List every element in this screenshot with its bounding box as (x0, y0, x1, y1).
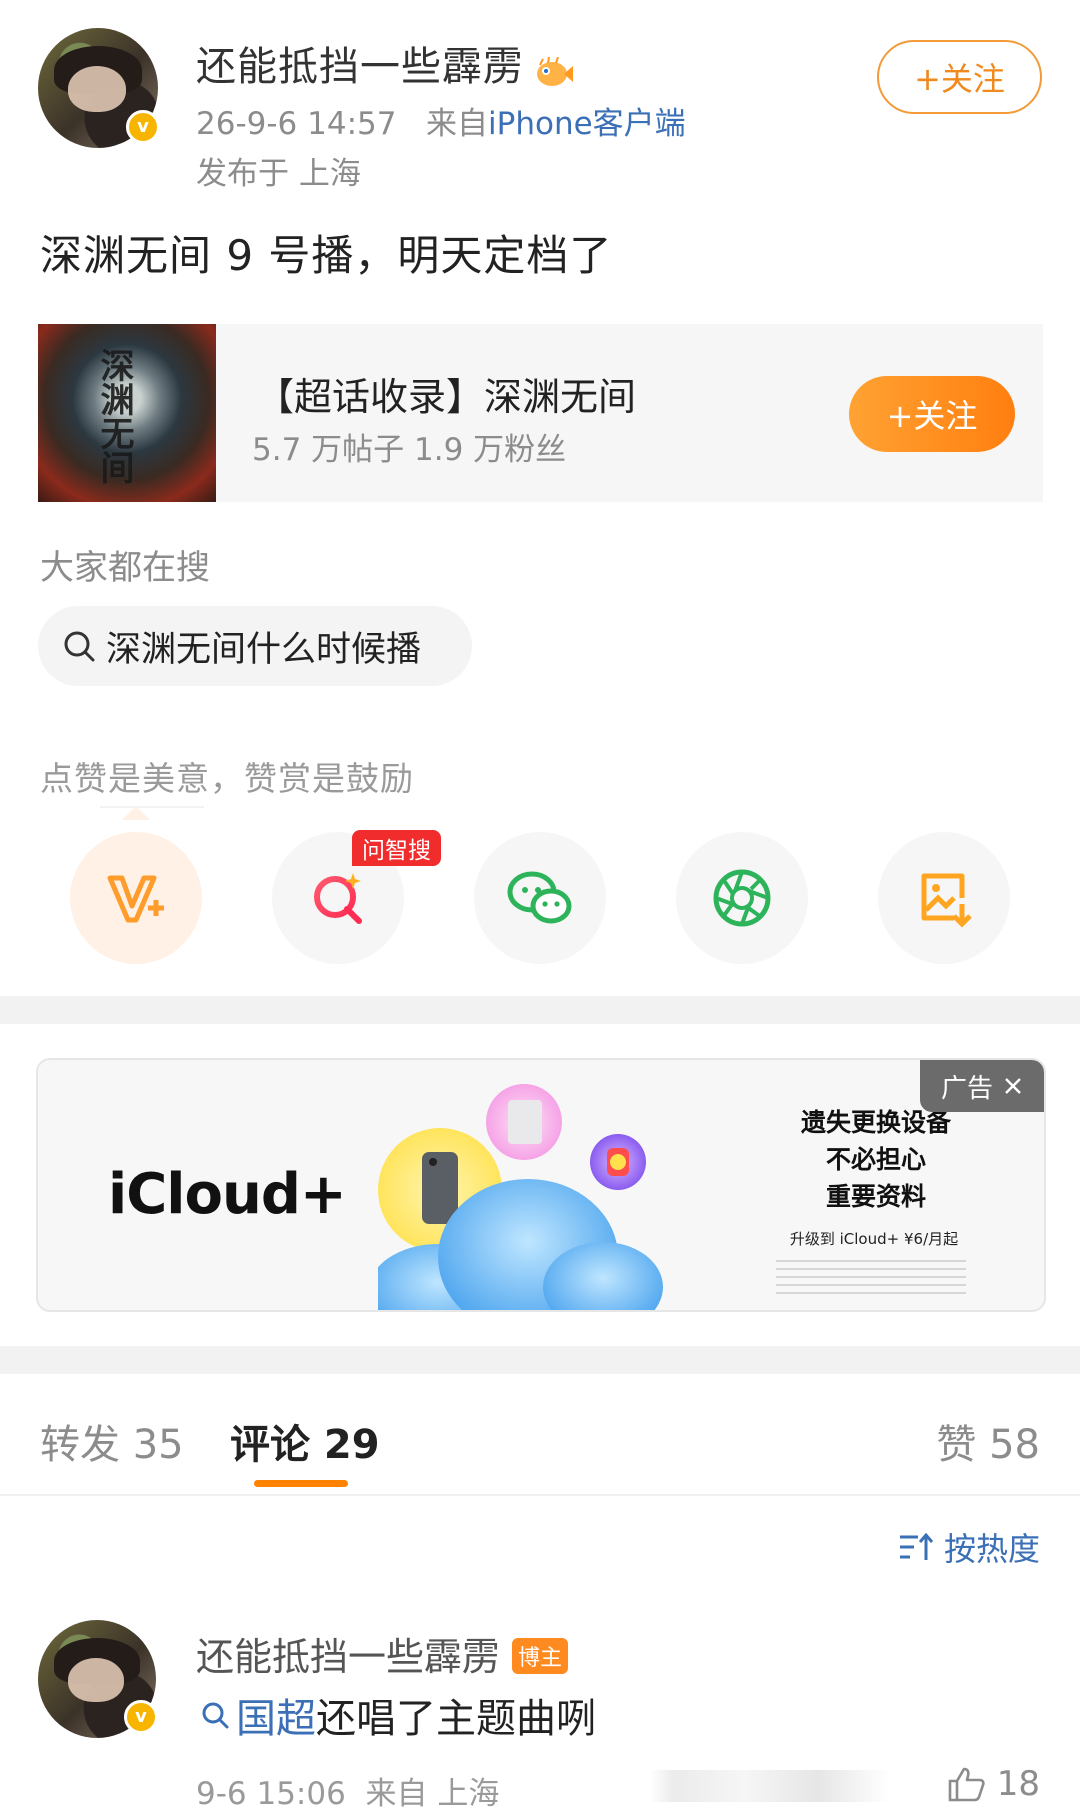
author-name[interactable]: 还能抵挡一些霹雳 (196, 34, 574, 92)
blurred-area (650, 1770, 890, 1802)
section-gap (0, 996, 1080, 1024)
search-icon (64, 631, 95, 662)
close-icon (1005, 1078, 1021, 1094)
comment-text: 国超 还唱了主题曲咧 (200, 1686, 596, 1744)
reward-divider (100, 806, 204, 808)
post-location: 发布于 上海 (196, 156, 361, 192)
ad-label: 广告 (940, 1073, 993, 1104)
topic-cover-title: 深渊无间 (94, 348, 134, 484)
active-tab-indicator (254, 1480, 348, 1487)
reward-v-plus-icon (107, 875, 164, 923)
ad-copy-line3: 重要资料 (825, 1182, 926, 1211)
wechat-share-button[interactable] (474, 832, 606, 964)
ad-fine-print (776, 1260, 966, 1300)
topic-title: 【超话收录】深渊无间 (256, 375, 637, 419)
thumbs-up-icon (948, 1767, 985, 1802)
ad-illustration (378, 1084, 663, 1310)
reward-button[interactable] (70, 832, 202, 964)
comment-time: 9-6 15:06 (196, 1776, 346, 1812)
op-badge: 博主 (512, 1637, 569, 1674)
source-prefix: 来自 (426, 106, 489, 142)
reward-heading: 点赞是美意，赞赏是鼓励 (40, 759, 414, 798)
search-icon (202, 1702, 229, 1729)
comment-location: 来自 上海 (365, 1776, 500, 1812)
comment-body: 还唱了主题曲咧 (316, 1696, 596, 1742)
tabs-divider (0, 1494, 1080, 1496)
topic-stats: 5.7 万帖子 1.9 万粉丝 (252, 432, 567, 468)
icloud-ad-banner[interactable]: iCloud+ 遗失更换设备 不必担心 重要资料 升级到 iCloud+ ¥6/… (36, 1058, 1046, 1312)
trending-search-heading: 大家都在搜 (40, 548, 210, 588)
tab-likes[interactable]: 赞 58 (936, 1412, 1040, 1470)
verified-icon: v (126, 110, 160, 144)
comment-like-count: 18 (996, 1764, 1040, 1804)
super-topic-card[interactable]: 深渊无间 【超话收录】深渊无间 5.7 万帖子 1.9 万粉丝 +关注 (38, 324, 1043, 502)
ad-price-text: 升级到 iCloud+ ¥6/月起 (789, 1230, 959, 1248)
ad-copy: 遗失更换设备 不必担心 重要资料 (776, 1104, 976, 1215)
trending-search-text: 深渊无间什么时候播 (106, 629, 422, 670)
comment-like-button[interactable]: 18 (947, 1764, 1040, 1804)
moments-share-button[interactable] (676, 832, 808, 964)
section-gap (0, 1346, 1080, 1374)
moments-aperture-icon (713, 869, 771, 927)
pufferfish-badge-icon (534, 53, 574, 86)
follow-topic-button[interactable]: +关注 (849, 376, 1015, 452)
commenter-name[interactable]: 还能抵挡一些霹雳 博主 (196, 1626, 569, 1681)
ai-search-badge: 问智搜 (352, 830, 441, 866)
selection-caret (122, 806, 150, 820)
follow-author-button[interactable]: +关注 (877, 40, 1042, 114)
ai-search-icon (314, 873, 362, 924)
ad-brand: iCloud+ (108, 1162, 347, 1227)
commenter-avatar[interactable]: v (38, 1620, 158, 1738)
sort-label: 按热度 (943, 1530, 1040, 1568)
save-image-button[interactable] (878, 832, 1010, 964)
post-source[interactable]: iPhone客户端 (488, 106, 686, 142)
post-meta: 26-9-6 14:57 来自iPhone客户端 (196, 98, 686, 143)
wechat-icon (507, 871, 572, 924)
ad-copy-line2: 不必担心 (825, 1145, 926, 1174)
save-image-icon (921, 873, 972, 928)
topic-cover-image: 深渊无间 (38, 324, 216, 502)
sort-icon (899, 1532, 934, 1560)
tab-repost[interactable]: 转发 35 (40, 1412, 184, 1470)
ad-close-tag[interactable]: 广告 (920, 1060, 1044, 1112)
post-time: 26-9-6 14:57 (196, 106, 397, 142)
verified-icon: v (124, 1700, 158, 1734)
post-text: 深渊无间 9 号播，明天定档了 (40, 231, 613, 280)
weibo-post-page: v 还能抵挡一些霹雳 26-9-6 14:57 来自iPhone客户端 发布于 … (0, 0, 1080, 1820)
comment-meta: 9-6 15:06 来自 上海 (196, 1768, 499, 1813)
sort-by-hot-button[interactable]: 按热度 (898, 1524, 1040, 1570)
trending-search-chip[interactable]: 深渊无间什么时候播 (38, 606, 472, 686)
comment-topic-link[interactable]: 国超 (236, 1686, 316, 1744)
author-avatar[interactable]: v (38, 28, 160, 148)
tab-comments[interactable]: 评论 29 (230, 1412, 380, 1470)
